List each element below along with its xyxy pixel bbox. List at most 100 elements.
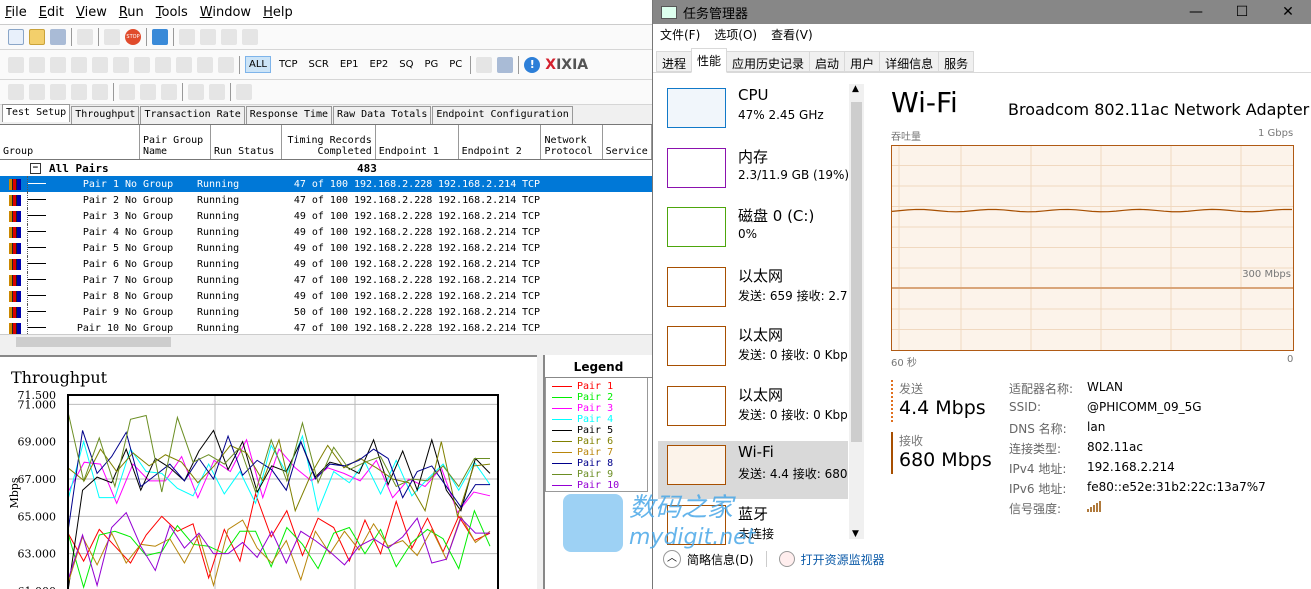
table-row[interactable]: Pair 3 No Group Running 49 of 100 192.16… <box>0 208 652 224</box>
resource-list-scrollbar[interactable]: ▲ ▼ <box>849 84 864 539</box>
new-icon[interactable] <box>8 29 24 45</box>
col-service-quality[interactable]: Service Quality <box>603 125 652 159</box>
table-row[interactable]: Pair 8 No Group Running 49 of 100 192.16… <box>0 288 652 304</box>
export-icon[interactable] <box>497 56 514 73</box>
col-network-protocol[interactable]: Network Protocol <box>541 125 603 159</box>
tab-processes[interactable]: 进程 <box>656 51 693 72</box>
filter-all-button[interactable]: ALL <box>245 56 271 73</box>
tv2-icon[interactable] <box>92 56 108 73</box>
table-row[interactable]: Pair 2 No Group Running 47 of 100 192.16… <box>0 192 652 208</box>
table-row[interactable]: Pair 10 No Group Running 47 of 100 192.1… <box>0 320 652 334</box>
delete-icon[interactable] <box>242 29 258 45</box>
menu-file[interactable]: File <box>5 5 27 20</box>
table-row[interactable]: Pair 5 No Group Running 49 of 100 192.16… <box>0 240 652 256</box>
open-icon[interactable] <box>29 29 45 45</box>
table-row[interactable]: Pair 7 No Group Running 47 of 100 192.16… <box>0 272 652 288</box>
table-row[interactable]: Pair 9 No Group Running 50 of 100 192.16… <box>0 304 652 320</box>
tab-details[interactable]: 详细信息 <box>879 51 940 72</box>
menu-edit[interactable]: Edit <box>39 5 64 20</box>
tool-icon[interactable] <box>92 84 108 100</box>
filter-pc-button[interactable]: PC <box>446 57 465 72</box>
network-icon[interactable] <box>71 56 87 73</box>
summary-link[interactable]: 简略信息(D) <box>687 551 754 568</box>
tool-icon[interactable] <box>8 84 24 100</box>
import-icon[interactable] <box>476 56 493 73</box>
scroll-up-icon[interactable]: ▲ <box>852 84 859 94</box>
menu-view[interactable]: 查看(V) <box>771 26 813 43</box>
music-icon[interactable] <box>176 56 192 73</box>
tab-endpoint-configuration[interactable]: Endpoint Configuration <box>432 106 573 124</box>
resource-item[interactable]: 磁盘 0 (C:) 0% <box>658 203 848 261</box>
cut-icon[interactable] <box>179 29 195 45</box>
filter-pg-button[interactable]: PG <box>421 57 441 72</box>
open-resource-monitor-link[interactable]: 打开资源监视器 <box>801 551 885 568</box>
collapse-icon[interactable]: − <box>30 162 41 174</box>
pair-icon[interactable] <box>8 56 24 73</box>
script-icon[interactable] <box>155 56 171 73</box>
resource-item[interactable]: Wi-Fi 发送: 4.4 接收: 680 <box>658 441 848 499</box>
copy-icon[interactable] <box>200 29 216 45</box>
tab-throughput[interactable]: Throughput <box>71 106 140 124</box>
col-run-status[interactable]: Run Status <box>211 125 283 159</box>
menu-tools[interactable]: Tools <box>156 5 188 20</box>
filter-ep2-button[interactable]: EP2 <box>367 57 392 72</box>
table-row[interactable]: Pair 1 No Group Running 47 of 100 192.16… <box>0 176 652 192</box>
tool-icon[interactable] <box>50 84 66 100</box>
swap-icon[interactable] <box>197 56 213 73</box>
menu-file[interactable]: 文件(F) <box>660 26 700 43</box>
menu-help[interactable]: Help <box>263 5 293 20</box>
filter-scr-button[interactable]: SCR <box>306 57 332 72</box>
resource-item[interactable]: CPU 47% 2.45 GHz <box>658 84 848 142</box>
tv-icon[interactable] <box>50 56 66 73</box>
filter-tcp-button[interactable]: TCP <box>276 57 301 72</box>
table-row[interactable]: Pair 4 No Group Running 49 of 100 192.16… <box>0 224 652 240</box>
minimize-button[interactable]: — <box>1173 4 1219 20</box>
resource-item[interactable]: 以太网 发送: 659 接收: 2.7 <box>658 263 848 321</box>
tab-performance[interactable]: 性能 <box>691 48 728 73</box>
col-timing-records[interactable]: Timing Records Completed <box>282 125 376 159</box>
col-endpoint-2[interactable]: Endpoint 2 <box>459 125 542 159</box>
menu-window[interactable]: Window <box>200 5 251 20</box>
tab-users[interactable]: 用户 <box>844 51 881 72</box>
filter-ep1-button[interactable]: EP1 <box>337 57 362 72</box>
menu-run[interactable]: Run <box>119 5 144 20</box>
tool-icon[interactable] <box>140 84 156 100</box>
tab-test-setup[interactable]: Test Setup <box>2 104 71 122</box>
close-button[interactable]: ✕ <box>1265 4 1311 20</box>
resource-item[interactable]: 以太网 发送: 0 接收: 0 Kbps <box>658 322 848 380</box>
tool-icon[interactable] <box>209 84 225 100</box>
paste-icon[interactable] <box>221 29 237 45</box>
call-icon[interactable] <box>29 56 45 73</box>
tool-icon[interactable] <box>29 84 45 100</box>
tab-app-history[interactable]: 应用历史记录 <box>726 51 811 72</box>
chevron-up-icon[interactable]: ︿ <box>663 550 681 568</box>
tool-icon[interactable] <box>71 84 87 100</box>
table-row[interactable]: Pair 6 No Group Running 49 of 100 192.16… <box>0 256 652 272</box>
tv3-icon[interactable] <box>113 56 129 73</box>
run-icon[interactable] <box>104 29 120 45</box>
tab-transaction-rate[interactable]: Transaction Rate <box>140 106 245 124</box>
all-pairs-row[interactable]: − All Pairs 483 <box>0 160 652 176</box>
col-group[interactable]: Group <box>0 125 140 159</box>
menu-options[interactable]: 选项(O) <box>714 26 757 43</box>
tool-icon[interactable] <box>236 84 252 100</box>
tab-services[interactable]: 服务 <box>938 51 975 72</box>
stop-icon[interactable]: STOP <box>125 29 141 45</box>
refresh-icon[interactable] <box>152 29 168 45</box>
info-icon[interactable]: ! <box>524 56 541 73</box>
tool-icon[interactable] <box>161 84 177 100</box>
tool-icon[interactable] <box>119 84 135 100</box>
filter-sq-button[interactable]: SQ <box>396 57 416 72</box>
resource-item[interactable]: 以太网 发送: 0 接收: 0 Kbps <box>658 382 848 440</box>
menu-view[interactable]: View <box>76 5 107 20</box>
resource-item[interactable]: 内存 2.3/11.9 GB (19%) <box>658 144 848 202</box>
save-icon[interactable] <box>50 29 66 45</box>
number-icon[interactable] <box>218 56 234 73</box>
edit-icon[interactable] <box>134 56 150 73</box>
col-endpoint-1[interactable]: Endpoint 1 <box>376 125 459 159</box>
scroll-down-icon[interactable]: ▼ <box>852 529 859 539</box>
tab-response-time[interactable]: Response Time <box>245 106 333 124</box>
maximize-button[interactable]: ☐ <box>1219 4 1265 20</box>
print-icon[interactable] <box>77 29 93 45</box>
col-pair-group-name[interactable]: Pair Group Name <box>140 125 212 159</box>
